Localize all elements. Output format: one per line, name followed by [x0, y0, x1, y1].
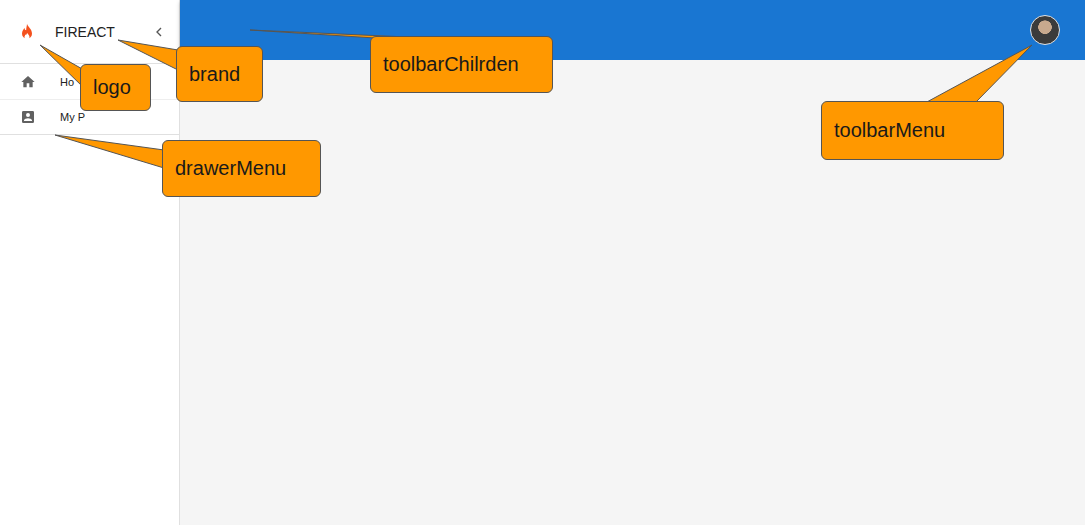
callout-label: drawerMenu	[162, 140, 321, 197]
chevron-left-icon[interactable]	[151, 24, 167, 40]
avatar-image[interactable]	[1030, 15, 1060, 45]
drawer-item-label: Ho	[60, 76, 74, 88]
brand-text[interactable]: FIREACT	[55, 24, 151, 40]
callout-label: logo	[80, 64, 151, 111]
callout-label: brand	[176, 46, 263, 102]
home-icon	[20, 74, 36, 90]
app-screen: FIREACT Ho My P logo brand toolbarChilrden…	[0, 0, 1085, 525]
callout-pointer	[55, 135, 164, 168]
drawer-item-label: My P	[60, 111, 85, 123]
callout-pointer	[925, 45, 1032, 103]
drawer-header: FIREACT	[0, 0, 179, 64]
toolbar	[180, 0, 1085, 60]
main-area	[180, 0, 1085, 525]
account-box-icon	[20, 109, 36, 125]
callout-label: toolbarChilrden	[370, 36, 553, 93]
callout-label: toolbarMenu	[821, 101, 1004, 160]
flame-logo-icon[interactable]	[17, 22, 37, 42]
callout-pointer	[40, 45, 84, 88]
